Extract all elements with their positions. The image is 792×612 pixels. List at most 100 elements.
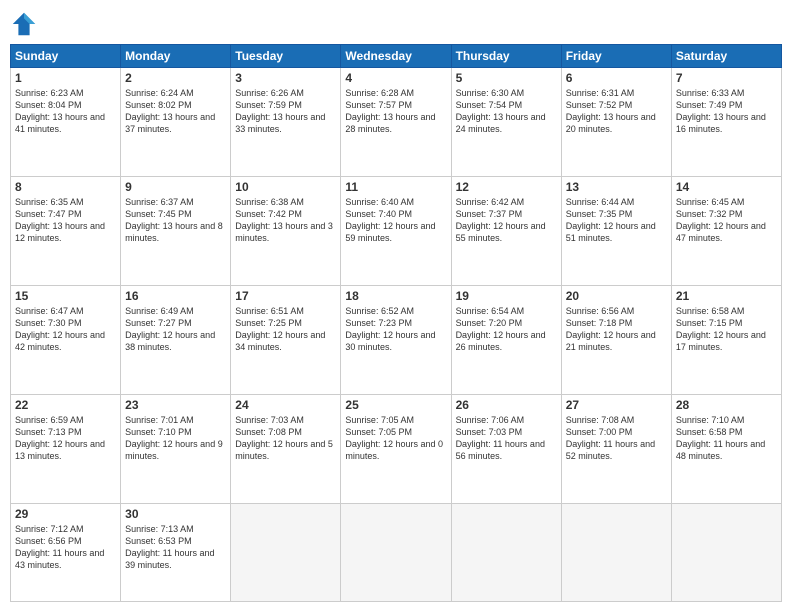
day-info: Sunrise: 6:40 AMSunset: 7:40 PMDaylight:… (345, 196, 446, 245)
calendar-week-row: 8 Sunrise: 6:35 AMSunset: 7:47 PMDaylight… (11, 176, 782, 285)
day-number: 22 (15, 398, 116, 412)
calendar-cell: 20Sunrise: 6:56 AMSunset: 7:18 PMDayligh… (561, 285, 671, 394)
day-number: 9 (125, 180, 226, 194)
day-info: Sunrise: 6:54 AMSunset: 7:20 PMDaylight:… (456, 305, 557, 354)
day-info: Sunrise: 6:45 AMSunset: 7:32 PMDaylight:… (676, 196, 777, 245)
calendar-cell: 8 Sunrise: 6:35 AMSunset: 7:47 PMDaylight… (11, 176, 121, 285)
day-number: 27 (566, 398, 667, 412)
day-number: 13 (566, 180, 667, 194)
page: SundayMondayTuesdayWednesdayThursdayFrid… (0, 0, 792, 612)
day-info: Sunrise: 6:42 AMSunset: 7:37 PMDaylight:… (456, 196, 557, 245)
day-number: 19 (456, 289, 557, 303)
calendar-cell: 9 Sunrise: 6:37 AMSunset: 7:45 PMDaylight… (121, 176, 231, 285)
calendar-cell: 24 Sunrise: 7:03 AMSunset: 7:08 PMDayligh… (231, 394, 341, 503)
weekday-header: Tuesday (231, 45, 341, 68)
calendar-cell: 28 Sunrise: 7:10 AMSunset: 6:58 PMDayligh… (671, 394, 781, 503)
day-info: Sunrise: 7:13 AMSunset: 6:53 PMDaylight:… (125, 523, 226, 572)
weekday-header: Wednesday (341, 45, 451, 68)
calendar-cell (671, 503, 781, 601)
calendar-cell: 4 Sunrise: 6:28 AMSunset: 7:57 PMDaylight… (341, 68, 451, 177)
day-info: Sunrise: 6:51 AMSunset: 7:25 PMDaylight:… (235, 305, 336, 354)
weekday-header: Monday (121, 45, 231, 68)
day-info: Sunrise: 6:49 AMSunset: 7:27 PMDaylight:… (125, 305, 226, 354)
day-info: Sunrise: 7:03 AMSunset: 7:08 PMDaylight:… (235, 414, 336, 463)
day-number: 4 (345, 71, 446, 85)
calendar-cell: 12 Sunrise: 6:42 AMSunset: 7:37 PMDayligh… (451, 176, 561, 285)
day-info: Sunrise: 6:33 AMSunset: 7:49 PMDaylight:… (676, 87, 777, 136)
calendar-cell: 5 Sunrise: 6:30 AMSunset: 7:54 PMDaylight… (451, 68, 561, 177)
calendar-cell: 16 Sunrise: 6:49 AMSunset: 7:27 PMDayligh… (121, 285, 231, 394)
day-number: 2 (125, 71, 226, 85)
day-info: Sunrise: 7:08 AMSunset: 7:00 PMDaylight:… (566, 414, 667, 463)
weekday-header: Sunday (11, 45, 121, 68)
calendar-header-row: SundayMondayTuesdayWednesdayThursdayFrid… (11, 45, 782, 68)
calendar-cell: 6Sunrise: 6:31 AMSunset: 7:52 PMDaylight… (561, 68, 671, 177)
day-number: 30 (125, 507, 226, 521)
calendar-cell: 11 Sunrise: 6:40 AMSunset: 7:40 PMDayligh… (341, 176, 451, 285)
day-info: Sunrise: 6:59 AMSunset: 7:13 PMDaylight:… (15, 414, 116, 463)
day-number: 25 (345, 398, 446, 412)
day-number: 18 (345, 289, 446, 303)
calendar-cell: 1 Sunrise: 6:23 AMSunset: 8:04 PMDaylight… (11, 68, 121, 177)
calendar-cell (231, 503, 341, 601)
day-number: 12 (456, 180, 557, 194)
calendar-cell: 15 Sunrise: 6:47 AMSunset: 7:30 PMDayligh… (11, 285, 121, 394)
calendar-cell (561, 503, 671, 601)
day-info: Sunrise: 6:23 AMSunset: 8:04 PMDaylight:… (15, 87, 116, 136)
calendar-week-row: 29Sunrise: 7:12 AMSunset: 6:56 PMDayligh… (11, 503, 782, 601)
day-info: Sunrise: 6:56 AMSunset: 7:18 PMDaylight:… (566, 305, 667, 354)
calendar-cell: 30 Sunrise: 7:13 AMSunset: 6:53 PMDayligh… (121, 503, 231, 601)
day-info: Sunrise: 7:01 AMSunset: 7:10 PMDaylight:… (125, 414, 226, 463)
day-info: Sunrise: 6:35 AMSunset: 7:47 PMDaylight:… (15, 196, 116, 245)
weekday-header: Thursday (451, 45, 561, 68)
calendar-cell: 22 Sunrise: 6:59 AMSunset: 7:13 PMDayligh… (11, 394, 121, 503)
day-info: Sunrise: 6:52 AMSunset: 7:23 PMDaylight:… (345, 305, 446, 354)
day-number: 10 (235, 180, 336, 194)
day-number: 5 (456, 71, 557, 85)
calendar-cell: 3 Sunrise: 6:26 AMSunset: 7:59 PMDaylight… (231, 68, 341, 177)
day-info: Sunrise: 7:05 AMSunset: 7:05 PMDaylight:… (345, 414, 446, 463)
calendar-cell: 29Sunrise: 7:12 AMSunset: 6:56 PMDayligh… (11, 503, 121, 601)
logo (10, 10, 42, 38)
day-info: Sunrise: 6:37 AMSunset: 7:45 PMDaylight:… (125, 196, 226, 245)
calendar-cell: 21 Sunrise: 6:58 AMSunset: 7:15 PMDayligh… (671, 285, 781, 394)
calendar-cell: 19 Sunrise: 6:54 AMSunset: 7:20 PMDayligh… (451, 285, 561, 394)
day-number: 23 (125, 398, 226, 412)
day-info: Sunrise: 6:44 AMSunset: 7:35 PMDaylight:… (566, 196, 667, 245)
day-number: 15 (15, 289, 116, 303)
day-number: 1 (15, 71, 116, 85)
day-number: 11 (345, 180, 446, 194)
calendar-cell: 23 Sunrise: 7:01 AMSunset: 7:10 PMDayligh… (121, 394, 231, 503)
calendar-cell: 10 Sunrise: 6:38 AMSunset: 7:42 PMDayligh… (231, 176, 341, 285)
calendar-cell: 26Sunrise: 7:06 AMSunset: 7:03 PMDayligh… (451, 394, 561, 503)
day-number: 8 (15, 180, 116, 194)
calendar-cell: 25 Sunrise: 7:05 AMSunset: 7:05 PMDayligh… (341, 394, 451, 503)
day-number: 7 (676, 71, 777, 85)
day-info: Sunrise: 6:28 AMSunset: 7:57 PMDaylight:… (345, 87, 446, 136)
day-info: Sunrise: 6:38 AMSunset: 7:42 PMDaylight:… (235, 196, 336, 245)
day-info: Sunrise: 6:30 AMSunset: 7:54 PMDaylight:… (456, 87, 557, 136)
header (10, 10, 782, 38)
day-info: Sunrise: 6:24 AMSunset: 8:02 PMDaylight:… (125, 87, 226, 136)
day-info: Sunrise: 6:26 AMSunset: 7:59 PMDaylight:… (235, 87, 336, 136)
logo-icon (10, 10, 38, 38)
day-number: 21 (676, 289, 777, 303)
calendar-cell (341, 503, 451, 601)
weekday-header: Friday (561, 45, 671, 68)
calendar-week-row: 22 Sunrise: 6:59 AMSunset: 7:13 PMDayligh… (11, 394, 782, 503)
day-info: Sunrise: 7:06 AMSunset: 7:03 PMDaylight:… (456, 414, 557, 463)
day-info: Sunrise: 7:10 AMSunset: 6:58 PMDaylight:… (676, 414, 777, 463)
calendar-week-row: 1 Sunrise: 6:23 AMSunset: 8:04 PMDaylight… (11, 68, 782, 177)
day-info: Sunrise: 6:47 AMSunset: 7:30 PMDaylight:… (15, 305, 116, 354)
calendar-cell: 2 Sunrise: 6:24 AMSunset: 8:02 PMDaylight… (121, 68, 231, 177)
day-number: 24 (235, 398, 336, 412)
calendar-cell: 27 Sunrise: 7:08 AMSunset: 7:00 PMDayligh… (561, 394, 671, 503)
day-number: 16 (125, 289, 226, 303)
day-number: 3 (235, 71, 336, 85)
calendar-cell: 14 Sunrise: 6:45 AMSunset: 7:32 PMDayligh… (671, 176, 781, 285)
day-info: Sunrise: 6:58 AMSunset: 7:15 PMDaylight:… (676, 305, 777, 354)
calendar-table: SundayMondayTuesdayWednesdayThursdayFrid… (10, 44, 782, 602)
day-number: 14 (676, 180, 777, 194)
calendar-cell: 7 Sunrise: 6:33 AMSunset: 7:49 PMDaylight… (671, 68, 781, 177)
day-number: 28 (676, 398, 777, 412)
